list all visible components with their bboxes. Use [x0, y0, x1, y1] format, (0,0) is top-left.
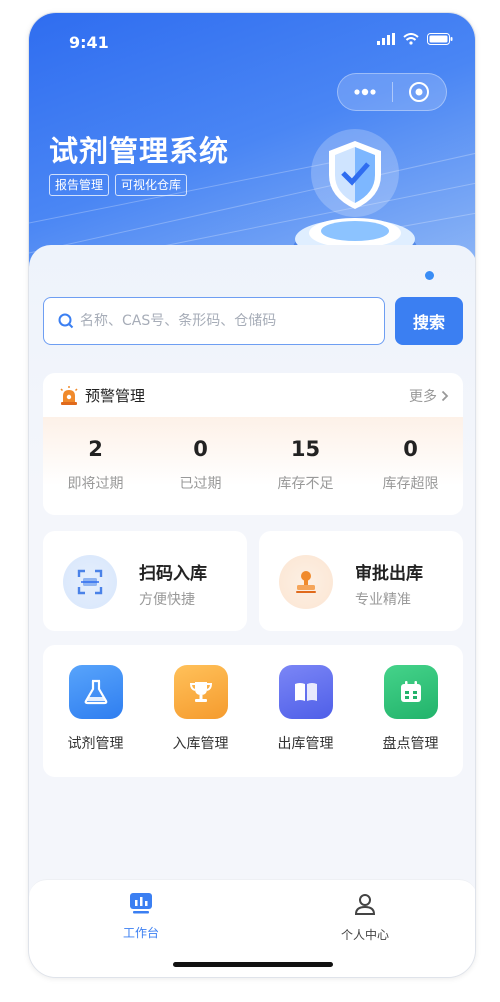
- module-label: 出库管理: [277, 736, 334, 752]
- stat-expiring-soon[interactable]: 2 即将过期: [43, 417, 148, 515]
- status-icons: [377, 33, 453, 45]
- scan-icon: [77, 569, 103, 595]
- stat-value: 0: [403, 437, 418, 461]
- stat-value: 0: [193, 437, 208, 461]
- banner-indicator-dot: [425, 271, 434, 280]
- module-label: 试剂管理: [67, 736, 124, 752]
- tab-workbench-label: 工作台: [122, 926, 159, 940]
- stat-value: 2: [88, 437, 103, 461]
- module-label: 入库管理: [172, 736, 229, 752]
- app-title: 试剂管理系统: [49, 134, 230, 168]
- chevron-right-icon: [441, 390, 449, 402]
- stat-label: 库存超限: [382, 476, 439, 492]
- status-time: 9:41: [69, 33, 109, 52]
- book-icon: [294, 683, 317, 701]
- battery-icon: [427, 33, 453, 45]
- search-icon: [58, 313, 74, 329]
- flask-icon-wrap: [68, 665, 123, 719]
- stat-expired[interactable]: 0 已过期: [148, 417, 253, 515]
- tab-profile[interactable]: 个人中心: [305, 892, 425, 943]
- warning-header: 预警管理 更多: [43, 373, 463, 417]
- stat-over-stock[interactable]: 0 库存超限: [358, 417, 463, 515]
- scan-inbound-card[interactable]: 扫码入库 方便快捷: [43, 531, 247, 631]
- flask-icon: [84, 679, 107, 705]
- scan-inbound-subtitle: 方便快捷: [139, 592, 195, 608]
- warning-card: 预警管理 更多 2 即将过期 0 已过期 15 库存不足 0 库存超限: [43, 373, 463, 515]
- stamp-icon: [296, 571, 316, 593]
- close-miniprogram-button[interactable]: [392, 73, 446, 111]
- scan-icon-wrap: [63, 555, 117, 609]
- tag-report[interactable]: 报告管理: [49, 174, 110, 196]
- search-box[interactable]: [43, 297, 385, 345]
- book-icon-wrap: [278, 665, 333, 719]
- stat-label: 已过期: [179, 476, 222, 492]
- header-tags: 报告管理 可视化仓库: [49, 174, 188, 196]
- dashboard-icon: [130, 893, 152, 914]
- home-indicator: [173, 962, 333, 967]
- warning-more-link[interactable]: 更多: [409, 386, 449, 406]
- module-outbound[interactable]: 出库管理: [258, 665, 354, 777]
- calendar-icon: [400, 681, 421, 702]
- user-icon: [354, 894, 376, 915]
- target-icon: [409, 82, 430, 102]
- stat-value: 15: [290, 437, 321, 461]
- alarm-light-icon: [60, 385, 78, 405]
- search-row: 搜索: [43, 297, 463, 345]
- search-input[interactable]: [80, 313, 370, 329]
- approve-outbound-subtitle: 专业精准: [355, 592, 411, 608]
- module-reagent[interactable]: 试剂管理: [48, 665, 144, 777]
- stamp-icon-wrap: [279, 555, 333, 609]
- miniprogram-capsule: [337, 73, 447, 111]
- quick-actions: 扫码入库 方便快捷 审批出库 专业精准: [43, 531, 463, 631]
- approve-outbound-title: 审批出库: [355, 564, 423, 584]
- scan-inbound-title: 扫码入库: [139, 564, 207, 584]
- warning-title: 预警管理: [85, 387, 146, 405]
- tab-profile-label: 个人中心: [340, 928, 389, 942]
- more-label: 更多: [409, 389, 437, 405]
- module-inventory[interactable]: 盘点管理: [363, 665, 459, 777]
- approve-outbound-card[interactable]: 审批出库 专业精准: [259, 531, 463, 631]
- wifi-icon: [403, 33, 419, 45]
- more-menu-button[interactable]: [338, 73, 392, 111]
- warning-title-wrap: 预警管理: [59, 385, 145, 406]
- search-button[interactable]: 搜索: [395, 297, 463, 345]
- tab-workbench[interactable]: 工作台: [81, 892, 201, 941]
- stat-label: 库存不足: [277, 476, 334, 492]
- calendar-icon-wrap: [383, 665, 438, 719]
- stat-label: 即将过期: [67, 476, 124, 492]
- status-bar: 9:41: [29, 13, 475, 67]
- module-label: 盘点管理: [382, 736, 439, 752]
- more-dots-icon: [354, 88, 376, 96]
- signal-icon: [377, 33, 395, 45]
- trophy-icon-wrap: [173, 665, 228, 719]
- trophy-icon: [189, 682, 212, 702]
- module-grid: 试剂管理 入库管理 出库管理 盘点管理: [43, 645, 463, 777]
- tag-warehouse[interactable]: 可视化仓库: [115, 174, 188, 196]
- phone-frame: 9:41 试剂管理系统 报告管理 可视化仓库 名称、CAS号、条形码、仓储码 搜…: [28, 12, 476, 978]
- warning-stats: 2 即将过期 0 已过期 15 库存不足 0 库存超限: [43, 417, 463, 515]
- module-inbound[interactable]: 入库管理: [153, 665, 249, 777]
- stat-low-stock[interactable]: 15 库存不足: [253, 417, 358, 515]
